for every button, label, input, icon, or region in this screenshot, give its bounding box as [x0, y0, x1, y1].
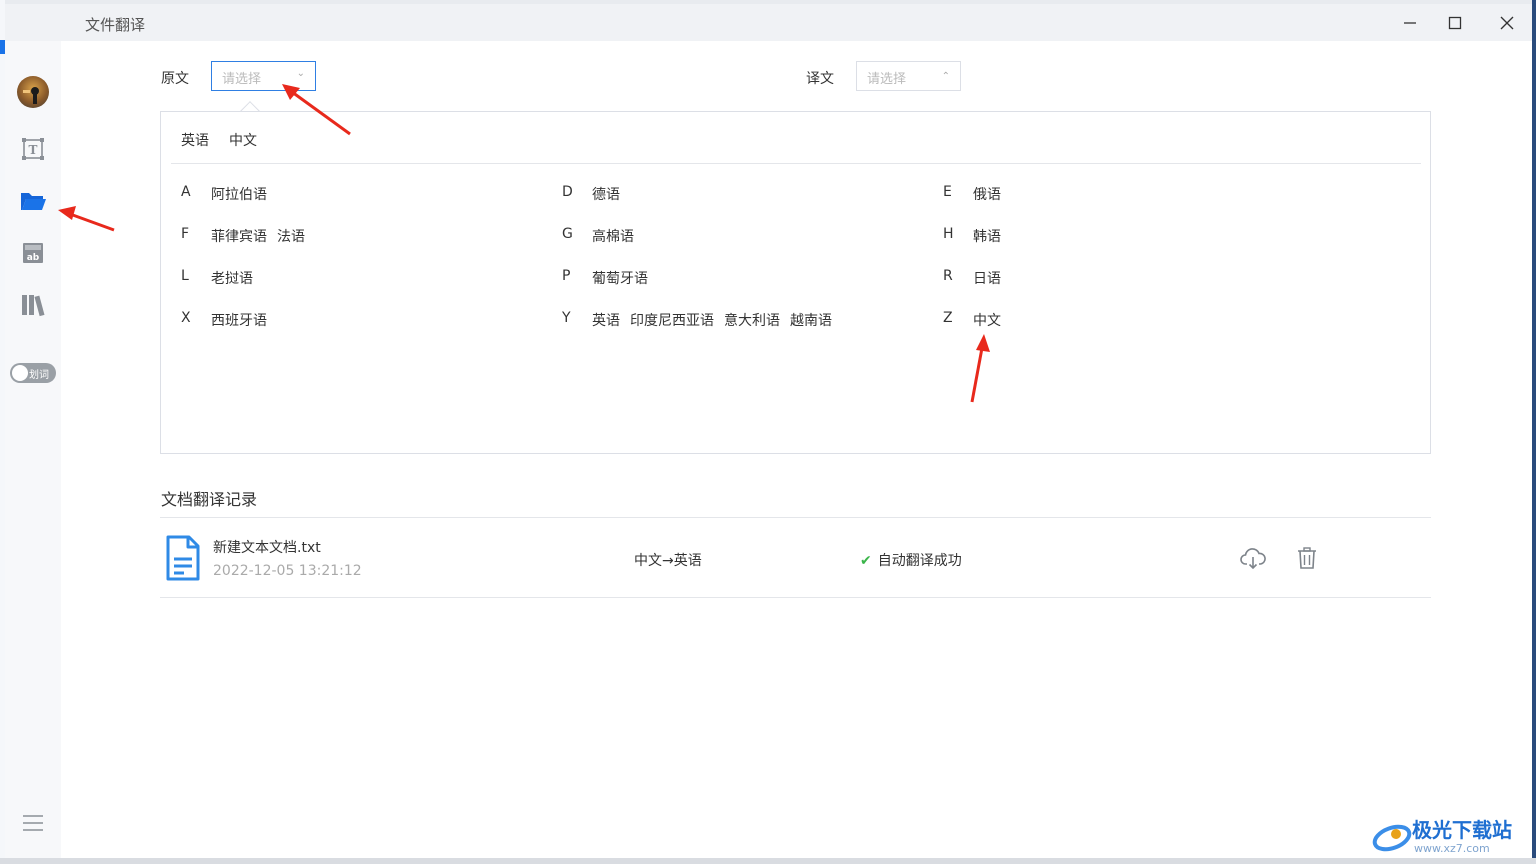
source-language-select[interactable]: 请选择 ⌄	[211, 61, 316, 91]
group-letter: Z	[943, 310, 953, 326]
toggle-label: 划词	[29, 370, 49, 381]
ab-image-icon: ab	[23, 243, 43, 263]
status-text: 自动翻译成功	[877, 553, 962, 569]
lang-option[interactable]: 意大利语	[724, 310, 780, 330]
source-placeholder: 请选择	[222, 72, 262, 87]
history-divider-bottom	[160, 597, 1431, 598]
sidebar-item-library[interactable]	[18, 290, 48, 320]
avatar-image	[23, 87, 39, 104]
lang-option[interactable]: 印度尼西亚语	[630, 310, 714, 330]
file-name[interactable]: 新建文本文档.txt	[213, 537, 321, 557]
svg-text:ab: ab	[27, 253, 40, 263]
watermark-text: 极光下载站	[1412, 818, 1512, 842]
chevron-down-icon: ⌄	[296, 68, 305, 79]
sidebar-item-image-translate[interactable]: ab	[18, 238, 48, 268]
download-button[interactable]	[1239, 544, 1267, 572]
annotation-arrow	[58, 206, 115, 232]
lang-option[interactable]: 越南语	[790, 310, 832, 330]
group-letter: E	[943, 184, 952, 200]
quick-lang-chinese[interactable]: 中文	[229, 130, 257, 150]
toggle-knob	[12, 365, 28, 381]
group-letter: D	[562, 184, 573, 200]
svg-text:T: T	[29, 143, 38, 157]
target-placeholder: 请选择	[867, 72, 907, 87]
window-title: 文件翻译	[85, 16, 146, 34]
group-letter: F	[181, 226, 190, 242]
watermark-logo: 极光下载站 www.xz7.com	[1370, 812, 1530, 858]
dropdown-divider	[171, 163, 1421, 164]
sidebar-item-file-translate[interactable]	[18, 186, 48, 216]
delete-button[interactable]	[1293, 544, 1321, 572]
lang-option[interactable]: 日语	[973, 268, 1001, 288]
lang-option[interactable]: 菲律宾语	[211, 226, 267, 246]
history-divider-top	[160, 517, 1431, 518]
title-bar: 文件翻译	[5, 4, 1532, 41]
minimize-button[interactable]	[1397, 11, 1423, 35]
lang-option[interactable]: 葡萄牙语	[592, 268, 648, 288]
group-letter: H	[943, 226, 954, 242]
library-icon	[22, 295, 45, 317]
lang-option[interactable]: 西班牙语	[211, 310, 267, 330]
target-language-label: 译文	[806, 71, 834, 87]
word-select-toggle[interactable]: 划词	[10, 363, 56, 383]
group-letter: G	[562, 226, 573, 242]
minimize-icon	[1404, 22, 1416, 24]
sidebar: T ab 划词	[5, 41, 61, 858]
watermark-sub: www.xz7.com	[1414, 842, 1490, 855]
document-file-icon	[166, 535, 200, 581]
group-letter: A	[181, 184, 191, 200]
target-language-select[interactable]: 请选择 ⌃	[856, 61, 961, 91]
lang-option[interactable]: 高棉语	[592, 226, 634, 246]
maximize-icon	[1448, 16, 1462, 30]
folder-icon	[21, 193, 46, 210]
lang-option[interactable]: 中文	[973, 310, 1001, 330]
window-right-edge	[1532, 0, 1536, 864]
menu-button[interactable]	[18, 808, 48, 838]
app-window: 文件翻译 T ab 划词 原文 请选择 ⌄ 译文 请选择 ⌃ 英语 中文 A 阿…	[0, 0, 1536, 864]
text-recognition-icon: T	[22, 138, 44, 160]
maximize-button[interactable]	[1442, 11, 1468, 35]
group-letter: Y	[562, 310, 571, 326]
quick-lang-english[interactable]: 英语	[181, 130, 209, 150]
sidebar-item-text-translate[interactable]: T	[18, 134, 48, 164]
check-icon: ✔	[860, 553, 872, 569]
cloud-download-icon	[1240, 548, 1266, 570]
lang-option[interactable]: 法语	[277, 226, 305, 246]
close-icon	[1500, 16, 1514, 30]
group-letter: R	[943, 268, 953, 284]
close-button[interactable]	[1494, 11, 1520, 35]
group-letter: P	[562, 268, 571, 284]
lang-option[interactable]: 阿拉伯语	[211, 184, 267, 204]
avatar[interactable]	[17, 76, 49, 108]
window-bottom-edge	[0, 858, 1536, 864]
lang-option[interactable]: 老挝语	[211, 268, 253, 288]
lang-option[interactable]: 英语	[592, 310, 620, 330]
source-language-label: 原文	[161, 71, 189, 87]
lang-option[interactable]: 韩语	[973, 226, 1001, 246]
group-letter: L	[181, 268, 189, 284]
watermark-swirl-icon	[1372, 824, 1412, 852]
translation-direction: 中文→英语	[634, 553, 702, 569]
lang-option[interactable]: 德语	[592, 184, 620, 204]
lang-option[interactable]: 俄语	[973, 184, 1001, 204]
chevron-up-icon: ⌃	[941, 71, 950, 82]
language-dropdown: 英语 中文 A 阿拉伯语 D 德语 E 俄语 F 菲律宾语 法语 G 高棉语 H…	[160, 111, 1431, 454]
hamburger-menu-icon	[23, 815, 43, 831]
file-timestamp: 2022-12-05 13:21:12	[213, 563, 362, 579]
translation-status: ✔ 自动翻译成功	[860, 550, 962, 570]
history-title: 文档翻译记录	[161, 490, 258, 509]
trash-icon	[1298, 547, 1316, 569]
group-letter: X	[181, 310, 191, 326]
